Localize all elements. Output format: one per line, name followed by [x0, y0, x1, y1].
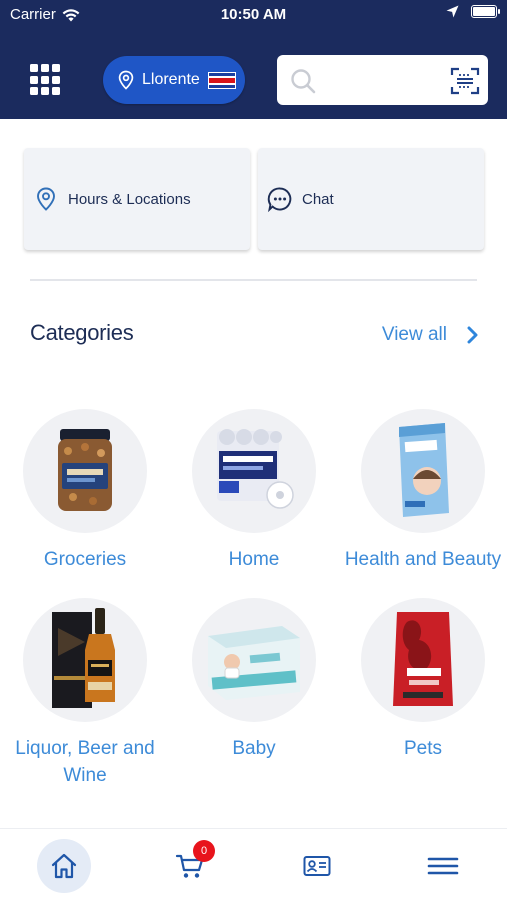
- category-pets[interactable]: Pets: [338, 598, 507, 762]
- chat-card[interactable]: Chat: [258, 148, 484, 250]
- dog-food-bag-icon: [361, 598, 485, 722]
- barcode-scan-icon[interactable]: [450, 66, 480, 96]
- nav-menu-button[interactable]: [416, 839, 470, 893]
- category-label: Baby: [232, 738, 276, 759]
- bath-tissue-pack-icon: [192, 409, 316, 533]
- category-label: Pets: [403, 738, 443, 759]
- chat-bubble-icon: [267, 187, 292, 212]
- category-label: Liquor, Beer and Wine: [15, 738, 155, 786]
- costa-rica-flag-icon: [207, 71, 236, 89]
- nav-home-button[interactable]: [37, 839, 91, 893]
- store-selector-button[interactable]: Llorente: [103, 56, 245, 104]
- category-baby[interactable]: Baby: [169, 598, 339, 762]
- category-liquor-beer-and-wine[interactable]: Liquor, Beer and Wine: [0, 598, 170, 789]
- store-name: Llorente: [142, 71, 200, 88]
- search-icon: [291, 69, 316, 94]
- category-health-and-beauty[interactable]: Health and Beauty: [338, 409, 507, 573]
- chevron-right-icon: [467, 326, 478, 344]
- category-groceries[interactable]: Groceries: [0, 409, 170, 573]
- cleansing-towelettes-box-icon: [361, 409, 485, 533]
- view-all-label: View all: [381, 324, 447, 345]
- baby-wipes-box-icon: [192, 598, 316, 722]
- clock: 10:50 AM: [220, 6, 287, 23]
- category-label: Groceries: [43, 549, 127, 570]
- membership-card-icon: [303, 856, 331, 876]
- location-pin-icon: [37, 187, 55, 211]
- cart-count-badge: 0: [193, 840, 215, 862]
- categories-title: Categories: [30, 320, 134, 345]
- search-input[interactable]: [321, 65, 441, 95]
- category-label: Health and Beauty: [344, 549, 502, 570]
- location-pin-icon: [118, 70, 134, 90]
- nav-membership-card-button[interactable]: [290, 839, 344, 893]
- hours-locations-card[interactable]: Hours & Locations: [24, 148, 250, 250]
- status-bar: Carrier 10:50 AM: [0, 0, 507, 30]
- hamburger-menu-icon: [427, 857, 459, 875]
- view-all-link[interactable]: View all: [382, 324, 479, 346]
- status-right: [446, 5, 500, 18]
- search-bar[interactable]: [277, 55, 488, 105]
- mixed-nuts-jar-icon: [23, 409, 147, 533]
- nav-cart-button[interactable]: 0: [163, 839, 217, 893]
- battery-icon: [471, 5, 500, 18]
- location-arrow-icon: [446, 5, 459, 18]
- section-divider: [30, 279, 477, 281]
- home-icon: [51, 853, 77, 879]
- app-header: Carrier 10:50 AM Llorente: [0, 0, 507, 119]
- chat-label: Chat: [302, 190, 334, 208]
- apps-grid-button[interactable]: [30, 64, 62, 96]
- whisky-bottle-icon: [23, 598, 147, 722]
- category-home[interactable]: Home: [169, 409, 339, 573]
- category-label: Home: [228, 549, 280, 570]
- bottom-navigation: 0: [0, 828, 507, 900]
- hours-locations-label: Hours & Locations: [68, 190, 191, 208]
